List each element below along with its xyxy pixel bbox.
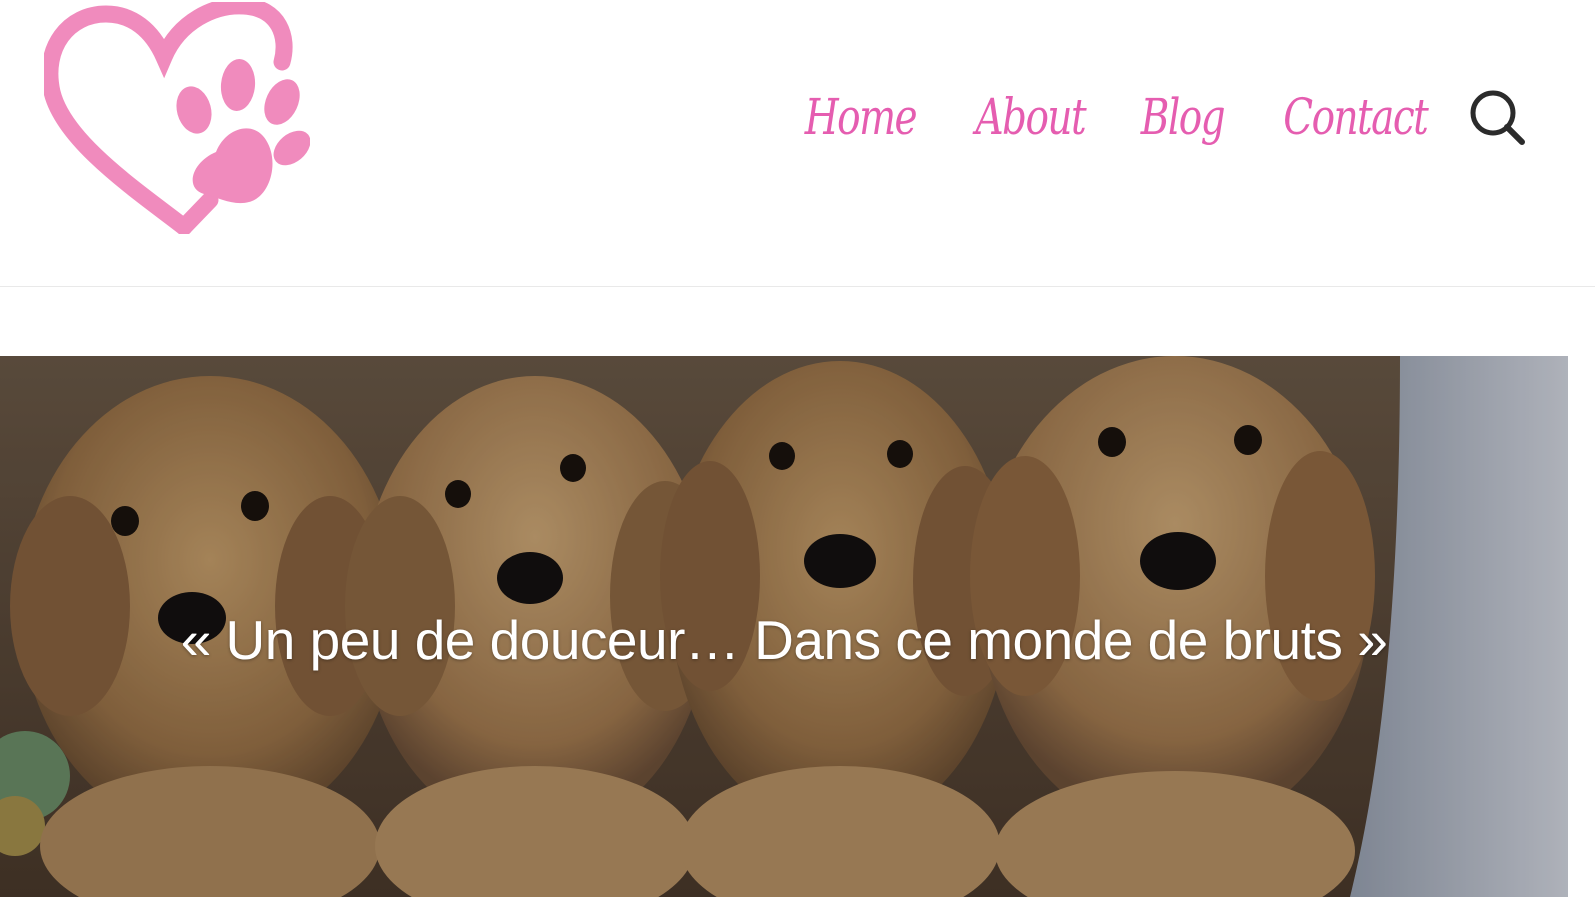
site-header: Home About Blog Contact xyxy=(0,0,1595,287)
nav-home-link[interactable]: Home xyxy=(805,92,918,142)
hero-quote: « Un peu de douceur… Dans ce monde de br… xyxy=(180,609,1388,671)
heart-paw-logo-icon xyxy=(44,2,310,234)
main-nav: Home About Blog Contact xyxy=(789,72,1448,162)
hero-banner: « Un peu de douceur… Dans ce monde de br… xyxy=(0,356,1568,897)
nav-about-link[interactable]: About xyxy=(976,92,1087,142)
nav-blog-link[interactable]: Blog xyxy=(1140,92,1225,142)
page: Home About Blog Contact « Un peu de douc… xyxy=(0,0,1595,897)
search-icon[interactable] xyxy=(1466,86,1528,148)
nav-contact-link[interactable]: Contact xyxy=(1284,92,1430,142)
page-gutter xyxy=(1568,287,1595,897)
